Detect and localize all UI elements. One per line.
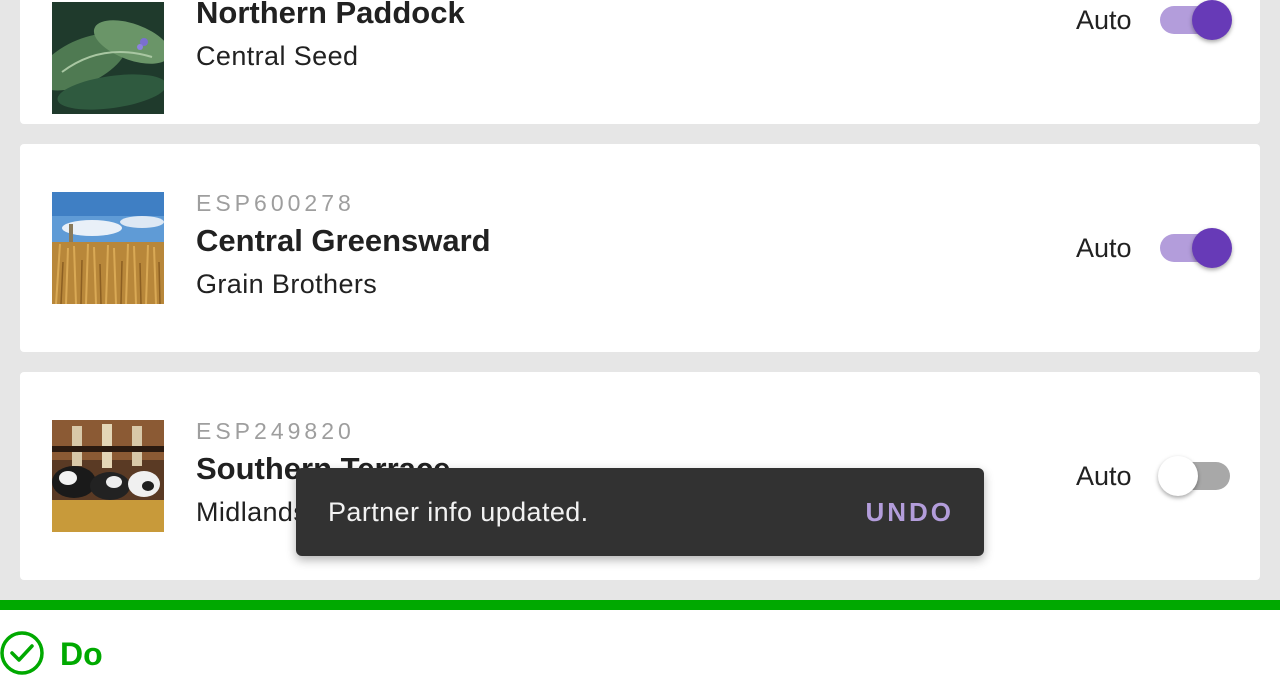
snackbar-message: Partner info updated. <box>328 497 589 527</box>
toggle-thumb <box>1192 0 1232 40</box>
do-indicator-bar <box>0 600 1280 610</box>
seedling-leaves-photo <box>52 2 164 114</box>
check-circle-icon <box>0 630 46 676</box>
snackbar: Partner info updated. UNDO <box>296 468 984 556</box>
partner-name: Central Greensward <box>196 223 491 258</box>
toggle-thumb <box>1192 228 1232 268</box>
partner-code: ESP600278 <box>196 190 355 216</box>
wheat-field-photo <box>52 192 164 304</box>
partner-company: Central Seed <box>196 41 359 71</box>
auto-label: Auto <box>1076 461 1132 491</box>
partner-company: Grain Brothers <box>196 269 378 299</box>
auto-toggle[interactable] <box>1158 228 1234 268</box>
partner-info: Northern Paddock Central Seed <box>196 0 465 76</box>
auto-toggle[interactable] <box>1158 0 1234 40</box>
dairy-cows-photo <box>52 420 164 532</box>
undo-button[interactable]: UNDO <box>865 496 954 528</box>
partner-code: ESP249820 <box>196 418 355 444</box>
toggle-thumb <box>1158 456 1198 496</box>
partner-list: Northern Paddock Central Seed Auto ESP60… <box>0 0 1280 600</box>
partner-info: ESP600278 Central Greensward Grain Broth… <box>196 188 491 304</box>
screen: Northern Paddock Central Seed Auto ESP60… <box>0 0 1280 690</box>
auto-toggle[interactable] <box>1158 456 1234 496</box>
auto-label: Auto <box>1076 233 1132 263</box>
partner-card[interactable]: ESP600278 Central Greensward Grain Broth… <box>20 144 1260 352</box>
auto-label: Auto <box>1076 5 1132 35</box>
partner-card[interactable]: Northern Paddock Central Seed Auto <box>20 0 1260 124</box>
partner-name: Northern Paddock <box>196 0 465 30</box>
do-label: Do <box>60 636 103 672</box>
